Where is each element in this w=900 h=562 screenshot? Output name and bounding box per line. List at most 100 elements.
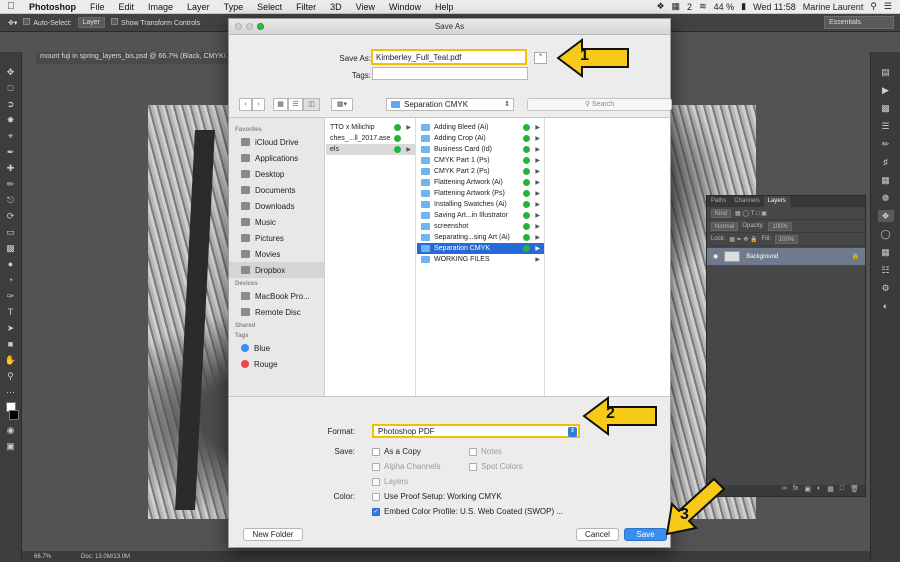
brush-panel-icon[interactable]: ✏ — [878, 138, 894, 150]
list-item[interactable]: Separating...sing Art (Ai) ▶ — [417, 232, 544, 243]
group-icon[interactable]: ▦ — [827, 485, 834, 496]
list-item[interactable]: Flattening Artwork (Ps) ▶ — [417, 188, 544, 199]
menu-image[interactable]: Image — [141, 2, 180, 12]
group-by-button[interactable]: ▦▾ — [331, 98, 353, 111]
lock-icons[interactable]: ▦ ✒ ✥ 🔒 — [729, 236, 757, 243]
icon-view-button[interactable]: ▦ — [273, 98, 288, 111]
menu-app[interactable]: Photoshop — [22, 2, 83, 12]
move-tool-icon[interactable]: ✥▾ — [8, 19, 17, 27]
channels-panel-icon[interactable]: ◯ — [878, 228, 894, 240]
blur-icon[interactable]: ● — [4, 258, 18, 270]
properties-panel-icon[interactable]: ▩ — [878, 102, 894, 114]
format-select[interactable]: Photoshop PDF ⇕ — [372, 424, 580, 438]
spot-colors-checkbox[interactable]: Spot Colors — [469, 462, 523, 471]
marquee-icon[interactable]: □ — [4, 82, 18, 94]
menu-3d[interactable]: 3D — [323, 2, 349, 12]
save-button[interactable]: Save — [624, 528, 667, 541]
zoom-level[interactable]: 66.7% — [34, 554, 51, 560]
actions-panel-icon[interactable]: ▶ — [878, 84, 894, 96]
battery-icon[interactable]: ▮ — [741, 1, 746, 12]
healing-icon[interactable]: ✚ — [4, 162, 18, 174]
eraser-icon[interactable]: ▭ — [4, 226, 18, 238]
location-popup[interactable]: Separation CMYK ⇕ — [386, 98, 514, 111]
cancel-button[interactable]: Cancel — [576, 528, 619, 541]
color-panel-icon[interactable]: ❁ — [878, 192, 894, 204]
sidebar-item-dropbox[interactable]: Dropbox — [229, 262, 324, 278]
fill-field[interactable]: 100% — [774, 234, 799, 244]
sidebar-item-documents[interactable]: Documents — [229, 182, 324, 198]
list-item[interactable]: CMYK Part 1 (Ps) ▶ — [417, 155, 544, 166]
swatches-panel-icon[interactable]: ▦ — [878, 174, 894, 186]
trash-icon[interactable]: 🗑 — [850, 485, 859, 496]
list-item[interactable]: screenshot ▶ — [417, 221, 544, 232]
menu-select[interactable]: Select — [250, 2, 289, 12]
menu-list-icon[interactable]: ☰ — [884, 1, 892, 12]
history-brush-icon[interactable]: ⟳ — [4, 210, 18, 222]
user-name[interactable]: Marine Laurent — [803, 2, 864, 12]
sidebar-item-pictures[interactable]: Pictures — [229, 230, 324, 246]
alpha-channels-checkbox[interactable]: Alpha Channels — [372, 462, 440, 471]
blend-mode-select[interactable]: Normal — [711, 221, 739, 231]
new-folder-button[interactable]: New Folder — [243, 528, 303, 541]
filename-input[interactable]: Kimberley_Full_Teal.pdf — [371, 49, 527, 65]
type-icon[interactable]: T — [4, 306, 18, 318]
list-item[interactable]: Installing Swatches (Ai) ▶ — [417, 199, 544, 210]
pen-icon[interactable]: ✑ — [4, 290, 18, 302]
history-panel-icon[interactable]: ▤ — [878, 66, 894, 78]
tab-channels[interactable]: Channels — [730, 196, 763, 207]
fx-icon[interactable]: fx — [793, 485, 798, 496]
screen-mode-icon[interactable]: ▣ — [4, 440, 18, 452]
menu-view[interactable]: View — [349, 2, 382, 12]
notification-icon[interactable]: ▦ — [672, 1, 681, 12]
brush-icon[interactable]: ✏ — [4, 178, 18, 190]
list-item[interactable]: els ▶ — [326, 144, 415, 155]
show-transform-checkbox[interactable]: Show Transform Controls — [111, 18, 200, 27]
filter-icons[interactable]: ▦ ◯ T □ ▣ — [735, 210, 767, 217]
char-panel-icon[interactable]: ♯ — [878, 156, 894, 168]
clock[interactable]: Wed 11:58 — [753, 2, 796, 12]
eyedropper-icon[interactable]: ✒ — [4, 146, 18, 158]
grid-panel-icon[interactable]: ▦ — [878, 246, 894, 258]
gradient-icon[interactable]: ▩ — [4, 242, 18, 254]
dropbox-icon[interactable]: ❖ — [656, 1, 664, 12]
quick-mask-icon[interactable]: ◉ — [4, 424, 18, 436]
zoom-button[interactable] — [257, 23, 264, 30]
menu-help[interactable]: Help — [428, 2, 461, 12]
column-view-button[interactable]: ◫ — [303, 98, 320, 111]
list-item[interactable]: ches_...ll_2017.ase — [326, 133, 415, 144]
eye-icon[interactable]: ◉ — [713, 253, 718, 260]
auto-select-target[interactable]: Layer — [77, 17, 106, 28]
sidebar-item-remote-disc[interactable]: Remote Disc — [229, 304, 324, 320]
more-tools-icon[interactable]: ⋯ — [4, 386, 18, 398]
embed-profile-checkbox[interactable]: ✓ Embed Color Profile: U.S. Web Coated (S… — [372, 507, 563, 516]
list-item[interactable]: Separation CMYK ▶ — [417, 243, 544, 254]
sidebar-item-applications[interactable]: Applications — [229, 150, 324, 166]
new-layer-icon[interactable]: □ — [840, 485, 844, 496]
list-item[interactable]: TTO x Milichip ▶ — [326, 122, 415, 133]
sidebar-item-macbook[interactable]: MacBook Pro... — [229, 288, 324, 304]
stamp-icon[interactable]: ⎋ — [4, 194, 18, 206]
zoom-icon[interactable]: ⚲ — [4, 370, 18, 382]
list-item[interactable]: Saving Art...in Illustrator ▶ — [417, 210, 544, 221]
hand-icon[interactable]: ✋ — [4, 354, 18, 366]
styles-panel-icon[interactable]: ◐ — [878, 300, 894, 312]
menu-window[interactable]: Window — [382, 2, 428, 12]
link-layers-icon[interactable]: ∞ — [782, 485, 787, 496]
tab-layers[interactable]: Layers — [763, 196, 790, 207]
forward-button[interactable]: › — [252, 98, 265, 111]
sidebar-item-tag-blue[interactable]: Blue — [229, 340, 324, 356]
list-item[interactable]: Flattening Artwork (Ai) ▶ — [417, 177, 544, 188]
search-input[interactable]: ⚲ Search — [527, 98, 672, 111]
crop-icon[interactable]: ⌖ — [4, 130, 18, 142]
menu-file[interactable]: File — [83, 2, 112, 12]
kind-filter[interactable]: Kind — [711, 208, 732, 218]
close-button[interactable] — [235, 23, 242, 30]
sidebar-item-desktop[interactable]: Desktop — [229, 166, 324, 182]
tools-panel-icon[interactable]: ⚙ — [878, 282, 894, 294]
info-panel-icon[interactable]: ☷ — [878, 264, 894, 276]
dodge-icon[interactable]: ◔ — [4, 274, 18, 286]
magic-wand-icon[interactable]: ✸ — [4, 114, 18, 126]
tab-paths[interactable]: Paths — [707, 196, 730, 207]
adjust-panel-icon[interactable]: ☰ — [878, 120, 894, 132]
menu-type[interactable]: Type — [217, 2, 251, 12]
